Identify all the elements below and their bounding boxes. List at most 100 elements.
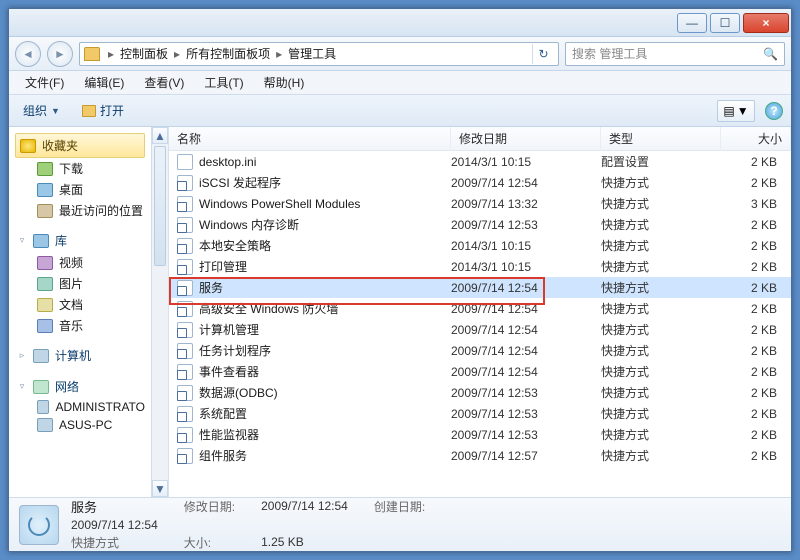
menu-help[interactable]: 帮助(H) — [256, 71, 313, 94]
help-button[interactable]: ? — [765, 102, 783, 120]
file-row[interactable]: 高级安全 Windows 防火墙2009/7/14 12:54快捷方式2 KB — [169, 298, 791, 319]
expand-icon: ▿ — [17, 381, 27, 392]
view-mode-button[interactable]: ▤ ▼ — [717, 100, 755, 122]
open-button[interactable]: 打开 — [76, 99, 130, 122]
sidebar-item-videos[interactable]: 视频 — [37, 252, 145, 273]
document-icon — [37, 298, 53, 312]
sidebar-item-label: 图片 — [59, 275, 83, 292]
menu-file[interactable]: 文件(F) — [17, 71, 72, 94]
details-created-label: 创建日期: — [374, 498, 425, 515]
chevron-down-icon: ▼ — [737, 104, 749, 118]
file-row[interactable]: Windows PowerShell Modules2009/7/14 13:3… — [169, 193, 791, 214]
sidebar-favorites-header[interactable]: 收藏夹 — [15, 133, 145, 158]
file-row[interactable]: iSCSI 发起程序2009/7/14 12:54快捷方式2 KB — [169, 172, 791, 193]
column-headers: 名称 修改日期 类型 大小 — [169, 127, 791, 151]
file-name: 系统配置 — [199, 405, 451, 422]
chevron-down-icon: ▼ — [51, 106, 60, 116]
file-icon — [177, 238, 193, 254]
sidebar-item-downloads[interactable]: 下载 — [37, 158, 145, 179]
arrow-down-icon: ▼ — [154, 482, 166, 496]
file-icon — [177, 301, 193, 317]
file-row[interactable]: Windows 内存诊断2009/7/14 12:53快捷方式2 KB — [169, 214, 791, 235]
file-name: Windows 内存诊断 — [199, 216, 451, 233]
file-date: 2009/7/14 12:53 — [451, 407, 601, 421]
file-row[interactable]: 组件服务2009/7/14 12:57快捷方式2 KB — [169, 445, 791, 466]
sidebar-item-desktop[interactable]: 桌面 — [37, 179, 145, 200]
scroll-track[interactable] — [152, 268, 168, 480]
sidebar-item-label: ASUS-PC — [59, 418, 112, 432]
file-size: 3 KB — [721, 197, 791, 211]
menu-tools[interactable]: 工具(T) — [196, 71, 251, 94]
computer-icon — [33, 349, 49, 363]
file-icon — [177, 406, 193, 422]
breadcrumb-sep: ▸ — [172, 47, 182, 61]
file-row[interactable]: 服务2009/7/14 12:54快捷方式2 KB — [169, 277, 791, 298]
star-icon — [20, 139, 36, 153]
file-row[interactable]: 事件查看器2009/7/14 12:54快捷方式2 KB — [169, 361, 791, 382]
folder-icon — [84, 47, 100, 61]
file-size: 2 KB — [721, 449, 791, 463]
file-date: 2009/7/14 12:54 — [451, 176, 601, 190]
refresh-button[interactable]: ↻ — [532, 44, 554, 64]
sidebar-item-music[interactable]: 音乐 — [37, 315, 145, 336]
minimize-icon: — — [686, 16, 698, 30]
maximize-button[interactable]: ☐ — [710, 13, 740, 33]
file-type: 快捷方式 — [601, 174, 721, 191]
file-row[interactable]: 数据源(ODBC)2009/7/14 12:53快捷方式2 KB — [169, 382, 791, 403]
navigation-pane: 收藏夹 下载 桌面 最近访问的位置 ▿ 库 — [9, 127, 169, 497]
sidebar-libraries-header[interactable]: ▿ 库 — [15, 229, 145, 252]
file-row[interactable]: 计算机管理2009/7/14 12:54快捷方式2 KB — [169, 319, 791, 340]
sidebar-item-recent[interactable]: 最近访问的位置 — [37, 200, 145, 221]
file-name: 任务计划程序 — [199, 342, 451, 359]
nav-scrollbar[interactable]: ▲ ▼ — [151, 127, 168, 497]
search-input[interactable]: 搜索 管理工具 🔍 — [565, 42, 785, 66]
column-header-date[interactable]: 修改日期 — [451, 127, 601, 151]
organize-button[interactable]: 组织 ▼ — [17, 99, 66, 122]
file-icon — [177, 427, 193, 443]
sidebar-item-network-pc[interactable]: ADMINISTRATO — [37, 398, 145, 416]
file-row[interactable]: 系统配置2009/7/14 12:53快捷方式2 KB — [169, 403, 791, 424]
sidebar-item-label: 音乐 — [59, 317, 83, 334]
computer-icon — [37, 400, 49, 414]
file-row[interactable]: 任务计划程序2009/7/14 12:54快捷方式2 KB — [169, 340, 791, 361]
breadcrumb-sep: ▸ — [106, 47, 116, 61]
sidebar-item-label: 文档 — [59, 296, 83, 313]
menu-view[interactable]: 查看(V) — [136, 71, 192, 94]
breadcrumb-item[interactable]: 控制面板 — [116, 43, 172, 64]
back-button[interactable]: ◄ — [15, 41, 41, 67]
column-header-name[interactable]: 名称 — [169, 127, 451, 151]
close-button[interactable]: × — [743, 13, 789, 33]
file-row[interactable]: desktop.ini2014/3/1 10:15配置设置2 KB — [169, 151, 791, 172]
expand-icon: ▿ — [17, 235, 27, 246]
minimize-button[interactable]: — — [677, 13, 707, 33]
sidebar-item-label: 视频 — [59, 254, 83, 271]
file-icon — [177, 448, 193, 464]
file-type: 快捷方式 — [601, 363, 721, 380]
file-type: 快捷方式 — [601, 279, 721, 296]
file-date: 2009/7/14 13:32 — [451, 197, 601, 211]
file-row[interactable]: 打印管理2014/3/1 10:15快捷方式2 KB — [169, 256, 791, 277]
sidebar-item-network-pc[interactable]: ASUS-PC — [37, 416, 145, 434]
menu-edit[interactable]: 编辑(E) — [76, 71, 132, 94]
sidebar-network-header[interactable]: ▿ 网络 — [15, 375, 145, 398]
breadcrumb-item[interactable]: 管理工具 — [284, 43, 340, 64]
column-header-size[interactable]: 大小 — [721, 127, 791, 151]
column-header-type[interactable]: 类型 — [601, 127, 721, 151]
breadcrumb-item[interactable]: 所有控制面板项 — [182, 43, 274, 64]
file-date: 2009/7/14 12:53 — [451, 218, 601, 232]
scroll-thumb[interactable] — [154, 146, 166, 266]
address-bar[interactable]: ▸ 控制面板 ▸ 所有控制面板项 ▸ 管理工具 ↻ — [79, 42, 559, 66]
sidebar-item-pictures[interactable]: 图片 — [37, 273, 145, 294]
open-label: 打开 — [100, 102, 124, 119]
sidebar-item-documents[interactable]: 文档 — [37, 294, 145, 315]
forward-button[interactable]: ► — [47, 41, 73, 67]
file-type: 快捷方式 — [601, 342, 721, 359]
open-icon — [82, 105, 96, 117]
file-row[interactable]: 本地安全策略2014/3/1 10:15快捷方式2 KB — [169, 235, 791, 256]
search-icon: 🔍 — [763, 47, 778, 61]
scroll-down-button[interactable]: ▼ — [152, 480, 168, 497]
scroll-up-button[interactable]: ▲ — [152, 127, 168, 144]
file-row[interactable]: 性能监视器2009/7/14 12:53快捷方式2 KB — [169, 424, 791, 445]
refresh-icon: ↻ — [538, 47, 548, 61]
sidebar-computer-header[interactable]: ▹ 计算机 — [15, 344, 145, 367]
